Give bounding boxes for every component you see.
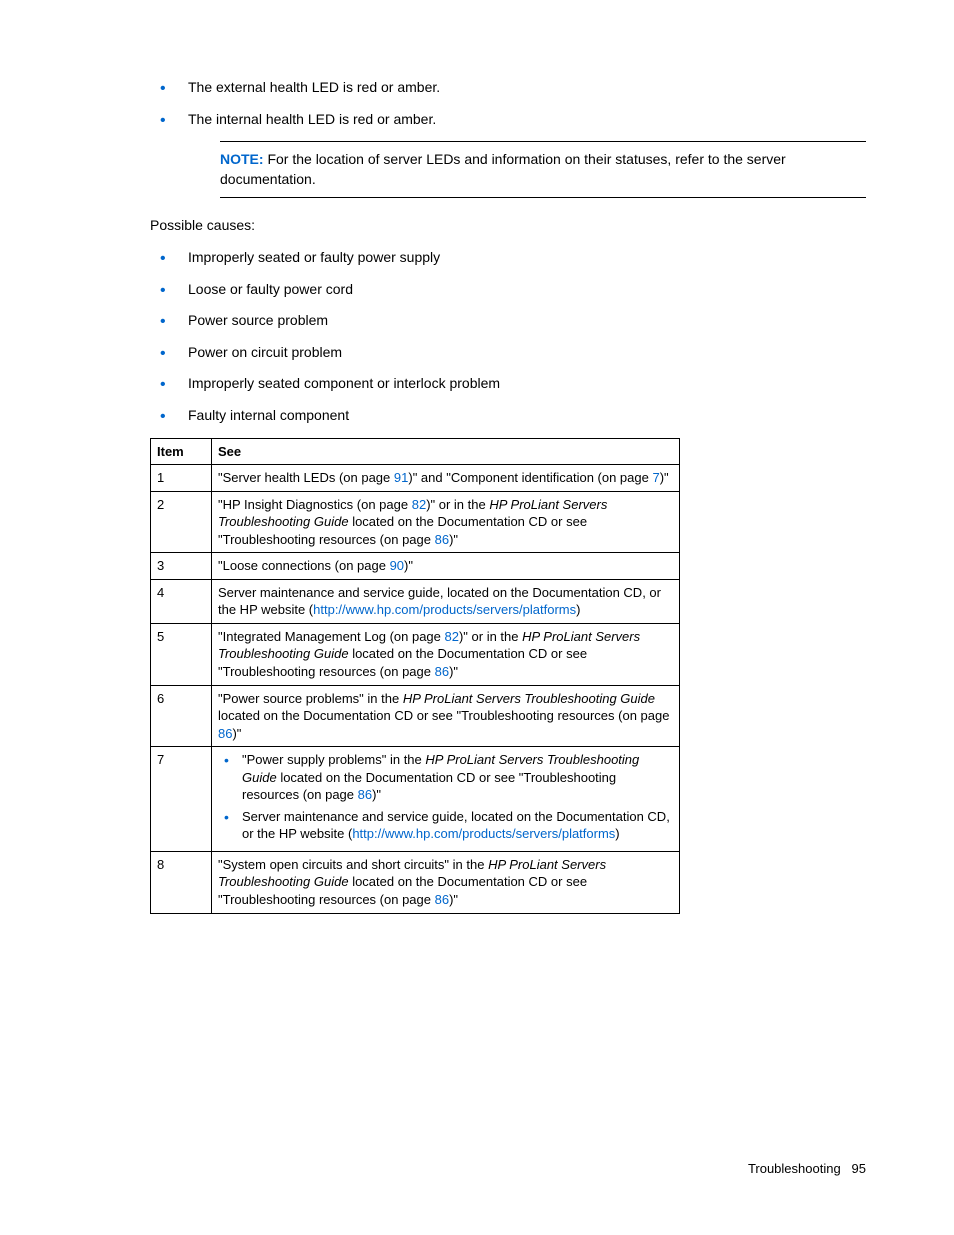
note-box: NOTE: For the location of server LEDs an… bbox=[220, 141, 866, 198]
col-header-item: Item bbox=[151, 438, 212, 465]
cell-item: 5 bbox=[151, 623, 212, 685]
list-item: Faulty internal component bbox=[150, 406, 866, 426]
table-row: 8 "System open circuits and short circui… bbox=[151, 851, 680, 913]
table-row: 2 "HP Insight Diagnostics (on page 82)" … bbox=[151, 491, 680, 553]
cell-see: Server maintenance and service guide, lo… bbox=[212, 579, 680, 623]
cell-see: "Loose connections (on page 90)" bbox=[212, 553, 680, 580]
cell-item: 2 bbox=[151, 491, 212, 553]
causes-list: Improperly seated or faulty power supply… bbox=[150, 248, 866, 426]
list-item: Power on circuit problem bbox=[150, 343, 866, 363]
cell-see: "Power supply problems" in the HP ProLia… bbox=[212, 747, 680, 852]
page-link[interactable]: 82 bbox=[412, 497, 426, 512]
table-row: 5 "Integrated Management Log (on page 82… bbox=[151, 623, 680, 685]
possible-causes-label: Possible causes: bbox=[150, 216, 866, 236]
list-item: Power source problem bbox=[150, 311, 866, 331]
page-link[interactable]: 86 bbox=[435, 892, 449, 907]
cell-see: "Server health LEDs (on page 91)" and "C… bbox=[212, 465, 680, 492]
list-item: The external health LED is red or amber. bbox=[150, 78, 866, 98]
page-link[interactable]: 82 bbox=[445, 629, 459, 644]
footer-page-number: 95 bbox=[852, 1161, 866, 1176]
list-item: Server maintenance and service guide, lo… bbox=[218, 808, 673, 843]
page-link[interactable]: 86 bbox=[358, 787, 372, 802]
page-link[interactable]: 90 bbox=[390, 558, 404, 573]
reference-table: Item See 1 "Server health LEDs (on page … bbox=[150, 438, 680, 914]
url-link[interactable]: http://www.hp.com/products/servers/platf… bbox=[313, 602, 576, 617]
cell-item: 7 bbox=[151, 747, 212, 852]
list-item: "Power supply problems" in the HP ProLia… bbox=[218, 751, 673, 804]
page-link[interactable]: 86 bbox=[435, 664, 449, 679]
col-header-see: See bbox=[212, 438, 680, 465]
list-item: Improperly seated or faulty power supply bbox=[150, 248, 866, 268]
list-item: Improperly seated component or interlock… bbox=[150, 374, 866, 394]
cell-item: 3 bbox=[151, 553, 212, 580]
cell-see: "HP Insight Diagnostics (on page 82)" or… bbox=[212, 491, 680, 553]
note-label: NOTE: bbox=[220, 151, 264, 167]
page-link[interactable]: 86 bbox=[218, 726, 232, 741]
page-link[interactable]: 86 bbox=[435, 532, 449, 547]
list-item: Loose or faulty power cord bbox=[150, 280, 866, 300]
page-footer: Troubleshooting 95 bbox=[0, 1160, 954, 1178]
cell-item: 6 bbox=[151, 685, 212, 747]
table-row: 7 "Power supply problems" in the HP ProL… bbox=[151, 747, 680, 852]
cell-item: 1 bbox=[151, 465, 212, 492]
table-row: 4 Server maintenance and service guide, … bbox=[151, 579, 680, 623]
table-row: 3 "Loose connections (on page 90)" bbox=[151, 553, 680, 580]
inner-bullets: "Power supply problems" in the HP ProLia… bbox=[218, 751, 673, 843]
table-row: 1 "Server health LEDs (on page 91)" and … bbox=[151, 465, 680, 492]
table-header-row: Item See bbox=[151, 438, 680, 465]
cell-see: "Power source problems" in the HP ProLia… bbox=[212, 685, 680, 747]
top-symptoms-list: The external health LED is red or amber.… bbox=[150, 78, 866, 129]
cell-item: 4 bbox=[151, 579, 212, 623]
page-link[interactable]: 7 bbox=[652, 470, 659, 485]
note-text: For the location of server LEDs and info… bbox=[220, 151, 786, 187]
cell-see: "System open circuits and short circuits… bbox=[212, 851, 680, 913]
cell-item: 8 bbox=[151, 851, 212, 913]
footer-section: Troubleshooting bbox=[748, 1161, 841, 1176]
page-link[interactable]: 91 bbox=[394, 470, 408, 485]
list-item: The internal health LED is red or amber. bbox=[150, 110, 866, 130]
url-link[interactable]: http://www.hp.com/products/servers/platf… bbox=[352, 826, 615, 841]
cell-see: "Integrated Management Log (on page 82)"… bbox=[212, 623, 680, 685]
table-row: 6 "Power source problems" in the HP ProL… bbox=[151, 685, 680, 747]
